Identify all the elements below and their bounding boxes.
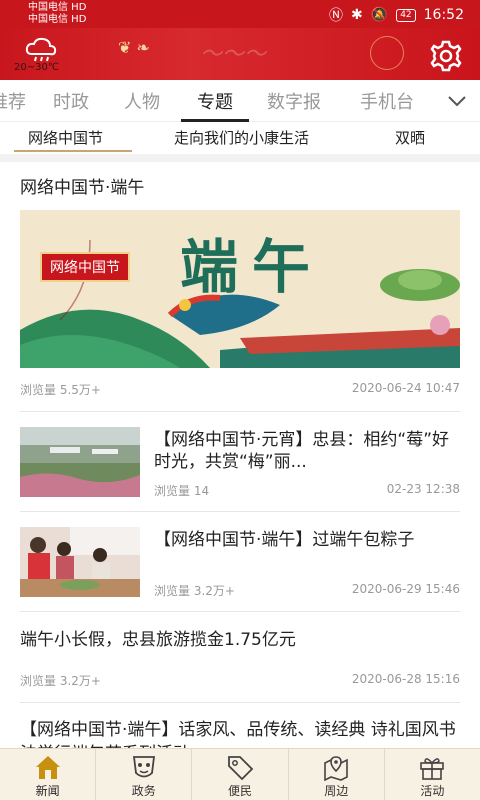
crane-decoration-icon: ❦ ❧ xyxy=(118,38,150,57)
article-time: 02-23 12:38 xyxy=(386,482,460,496)
nav-activities[interactable]: 活动 xyxy=(385,749,480,800)
tab-special-topics[interactable]: 专题 xyxy=(197,88,233,114)
temperature-label: 20~30℃ xyxy=(14,62,60,73)
settings-gear-icon[interactable] xyxy=(428,38,464,74)
carrier-2: 中国电信 HD xyxy=(28,14,87,25)
calligraphy-decoration: 〜〜〜 xyxy=(200,42,267,67)
tag-icon xyxy=(228,756,254,781)
gift-icon xyxy=(420,758,445,780)
article-title[interactable]: 【网络中国节·端午】话家风、品传统、读经典 诗礼国风书法学行端午节系列活动 xyxy=(20,718,460,748)
tab-recommend[interactable]: 推荐 xyxy=(0,88,26,114)
tab-people[interactable]: 人物 xyxy=(124,88,160,114)
article-views: 浏览量 3.2万+ xyxy=(154,584,235,598)
nav-convenience[interactable]: 便民 xyxy=(192,749,289,800)
government-icon xyxy=(132,756,155,778)
article-title[interactable]: 端午小长假，忠县旅游揽金1.75亿元 xyxy=(20,628,296,652)
active-subtab-indicator xyxy=(14,150,132,152)
nav-news[interactable]: 新闻 xyxy=(0,749,97,800)
subtab-internet-festival[interactable]: 网络中国节 xyxy=(28,127,103,148)
subtab-double-show[interactable]: 双晒 xyxy=(395,127,425,148)
divider xyxy=(20,511,460,512)
featured-time: 2020-06-24 10:47 xyxy=(351,381,460,395)
orchard-photo xyxy=(20,427,140,497)
tab-politics[interactable]: 时政 xyxy=(53,88,89,114)
nav-label: 周边 xyxy=(324,784,349,798)
carrier-info: 中国电信 HD 中国电信 HD xyxy=(28,2,86,26)
nav-nearby[interactable]: 周边 xyxy=(289,749,385,800)
hero-calligraphy-text: 端午 xyxy=(180,233,325,301)
hero-badge: 网络中国节 xyxy=(40,252,130,282)
section-separator xyxy=(0,154,480,162)
status-right: Ⓝ ✱ 🔕 42 16:52 xyxy=(329,5,464,25)
article-thumbnail[interactable] xyxy=(20,427,140,497)
featured-title[interactable]: 网络中国节·端午 xyxy=(20,176,144,200)
header-banner: 20~30℃ ❦ ❧ 〜〜〜 xyxy=(0,28,480,80)
weather-icon[interactable] xyxy=(24,36,58,64)
article-views: 浏览量 14 xyxy=(154,484,210,498)
map-pin-icon xyxy=(324,756,349,781)
battery-indicator: 42 xyxy=(396,8,416,22)
chevron-down-icon[interactable] xyxy=(446,90,468,112)
nav-government[interactable]: 政务 xyxy=(96,749,193,800)
divider xyxy=(20,702,460,703)
clock: 16:52 xyxy=(423,7,464,23)
nav-label: 政务 xyxy=(131,784,156,798)
carrier-1: 中国电信 HD xyxy=(28,2,87,13)
zongzi-making-photo xyxy=(20,527,140,597)
mute-icon: 🔕 xyxy=(370,7,389,23)
divider xyxy=(20,611,460,612)
tab-mobile-tv[interactable]: 手机台 xyxy=(360,88,414,114)
nav-label: 便民 xyxy=(228,784,253,798)
article-time: 2020-06-29 15:46 xyxy=(351,582,460,596)
sun-decoration xyxy=(370,36,404,70)
nfc-icon: Ⓝ xyxy=(329,8,344,24)
article-title[interactable]: 【网络中国节·端午】过端午包粽子 xyxy=(154,529,464,551)
article-title[interactable]: 【网络中国节·元宵】忠县：相约“莓”好时光，共赏“梅”丽... xyxy=(154,429,464,473)
home-icon xyxy=(35,756,60,779)
nav-label: 活动 xyxy=(420,784,445,798)
divider xyxy=(20,411,460,412)
subtab-well-off-life[interactable]: 走向我们的小康生活 xyxy=(174,127,309,148)
article-views: 浏览量 3.2万+ xyxy=(20,674,101,688)
tab-digital-paper[interactable]: 数字报 xyxy=(267,88,321,114)
article-thumbnail[interactable] xyxy=(20,527,140,597)
sub-tab-bar: 网络中国节 走向我们的小康生活 双晒 xyxy=(0,122,480,154)
bottom-nav: 新闻 政务 便民 周边 活动 xyxy=(0,748,480,800)
article-time: 2020-06-28 15:16 xyxy=(351,672,460,686)
news-feed: 网络中国节·端午 网络中国节 端午 浏览量 5.5万+ 2020-06-24 1… xyxy=(0,162,480,748)
nav-label: 新闻 xyxy=(35,784,60,798)
featured-views: 浏览量 5.5万+ xyxy=(20,383,101,397)
bluetooth-icon: ✱ xyxy=(351,7,363,23)
featured-hero-image[interactable]: 网络中国节 端午 xyxy=(20,210,460,368)
channel-tab-bar: 推荐 时政 人物 专题 数字报 手机台 xyxy=(0,80,480,122)
status-bar: 中国电信 HD 中国电信 HD Ⓝ ✱ 🔕 42 16:52 xyxy=(0,0,480,28)
